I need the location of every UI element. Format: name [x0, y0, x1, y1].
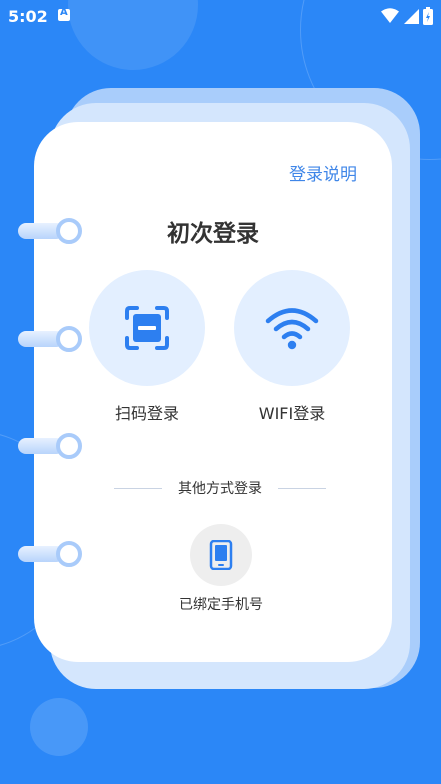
phone-icon — [209, 540, 233, 570]
phone-login-label: 已绑定手机号 — [179, 597, 263, 613]
decor-bubble — [30, 698, 88, 756]
notebook-ring — [18, 218, 82, 244]
wifi-signal-icon — [381, 8, 399, 23]
phone-option-circle[interactable] — [190, 524, 252, 586]
login-card: 登录说明 初次登录 扫码登录 WIFI登录 其他方式登录 已绑定手机号 — [34, 122, 392, 662]
other-methods-label: 其他方式登录 — [178, 481, 262, 497]
cell-signal-icon — [404, 9, 419, 24]
scan-icon — [125, 306, 169, 350]
wifi-login-button[interactable]: WIFI登录 — [227, 270, 357, 424]
divider-line — [114, 487, 162, 489]
page-title: 初次登录 — [167, 221, 259, 247]
status-time: 5:02 — [8, 7, 48, 26]
wifi-login-label: WIFI登录 — [258, 404, 326, 423]
divider-line — [278, 487, 326, 489]
login-help-link[interactable]: 登录说明 — [289, 160, 357, 185]
scan-login-button[interactable]: 扫码登录 — [82, 270, 212, 424]
system-icons — [381, 7, 433, 25]
wifi-option-circle[interactable] — [234, 270, 350, 386]
scan-option-circle[interactable] — [89, 270, 205, 386]
notebook-ring — [18, 433, 82, 459]
notebook-ring — [18, 326, 82, 352]
wifi-icon — [265, 308, 319, 350]
status-bar: 5:02 — [0, 0, 441, 32]
battery-icon — [423, 7, 433, 25]
other-methods-divider: 其他方式登录 — [114, 478, 326, 498]
notebook-ring — [18, 541, 82, 567]
phone-login-button[interactable]: 已绑定手机号 — [163, 524, 279, 614]
scan-login-label: 扫码登录 — [114, 404, 179, 423]
app-notification-icon — [58, 7, 70, 21]
